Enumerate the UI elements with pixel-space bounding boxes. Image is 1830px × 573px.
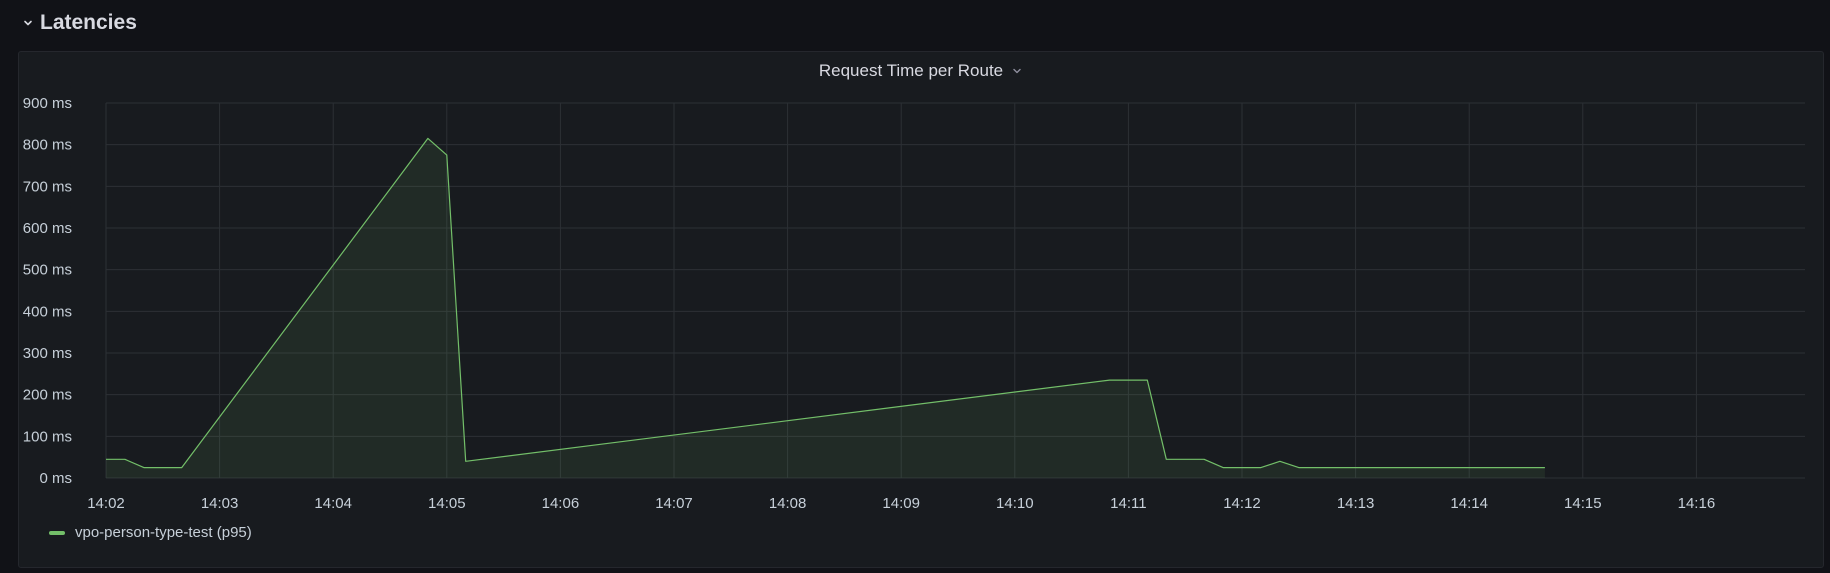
x-tick-label: 14:04: [314, 495, 352, 512]
x-tick-label: 14:02: [87, 495, 125, 512]
x-tick-label: 14:09: [882, 495, 920, 512]
chart-area: 0 ms 100 ms 200 ms 300 ms 400 ms 500 ms 600 ms…: [23, 95, 1805, 512]
x-tick-label: 14:16: [1678, 495, 1716, 512]
y-tick-label: 600 ms: [23, 220, 72, 237]
legend-label: vpo-person-type-test (p95): [75, 524, 252, 541]
legend-item[interactable]: vpo-person-type-test (p95): [49, 524, 252, 541]
y-tick-label: 0 ms: [39, 470, 72, 487]
legend-swatch: [49, 530, 65, 535]
y-tick-label: 500 ms: [23, 262, 72, 279]
y-tick-label: 200 ms: [23, 387, 72, 404]
y-tick-label: 900 ms: [23, 95, 72, 112]
x-tick-label: 14:03: [201, 495, 239, 512]
panel-request-time: Request Time per Route 0 ms 100 ms 200 ms 3…: [18, 51, 1824, 568]
series-area: [106, 138, 1545, 478]
row-header-latencies[interactable]: Latencies: [22, 8, 137, 38]
x-tick-label: 14:08: [769, 495, 807, 512]
x-tick-label: 14:11: [1110, 495, 1146, 512]
x-tick-label: 14:15: [1564, 495, 1602, 512]
x-tick-label: 14:10: [996, 495, 1034, 512]
y-tick-label: 700 ms: [23, 178, 72, 195]
x-tick-label: 14:05: [428, 495, 466, 512]
y-tick-label: 300 ms: [23, 345, 72, 362]
y-tick-label: 100 ms: [23, 428, 72, 445]
x-tick-label: 14:14: [1450, 495, 1488, 512]
x-tick-label: 14:13: [1337, 495, 1375, 512]
row-title: Latencies: [40, 11, 137, 34]
x-tick-label: 14:12: [1223, 495, 1261, 512]
y-tick-label: 400 ms: [23, 303, 72, 320]
x-tick-label: 14:07: [655, 495, 693, 512]
y-tick-label: 800 ms: [23, 137, 72, 154]
x-tick-label: 14:06: [542, 495, 580, 512]
chevron-down-icon: [22, 17, 34, 29]
